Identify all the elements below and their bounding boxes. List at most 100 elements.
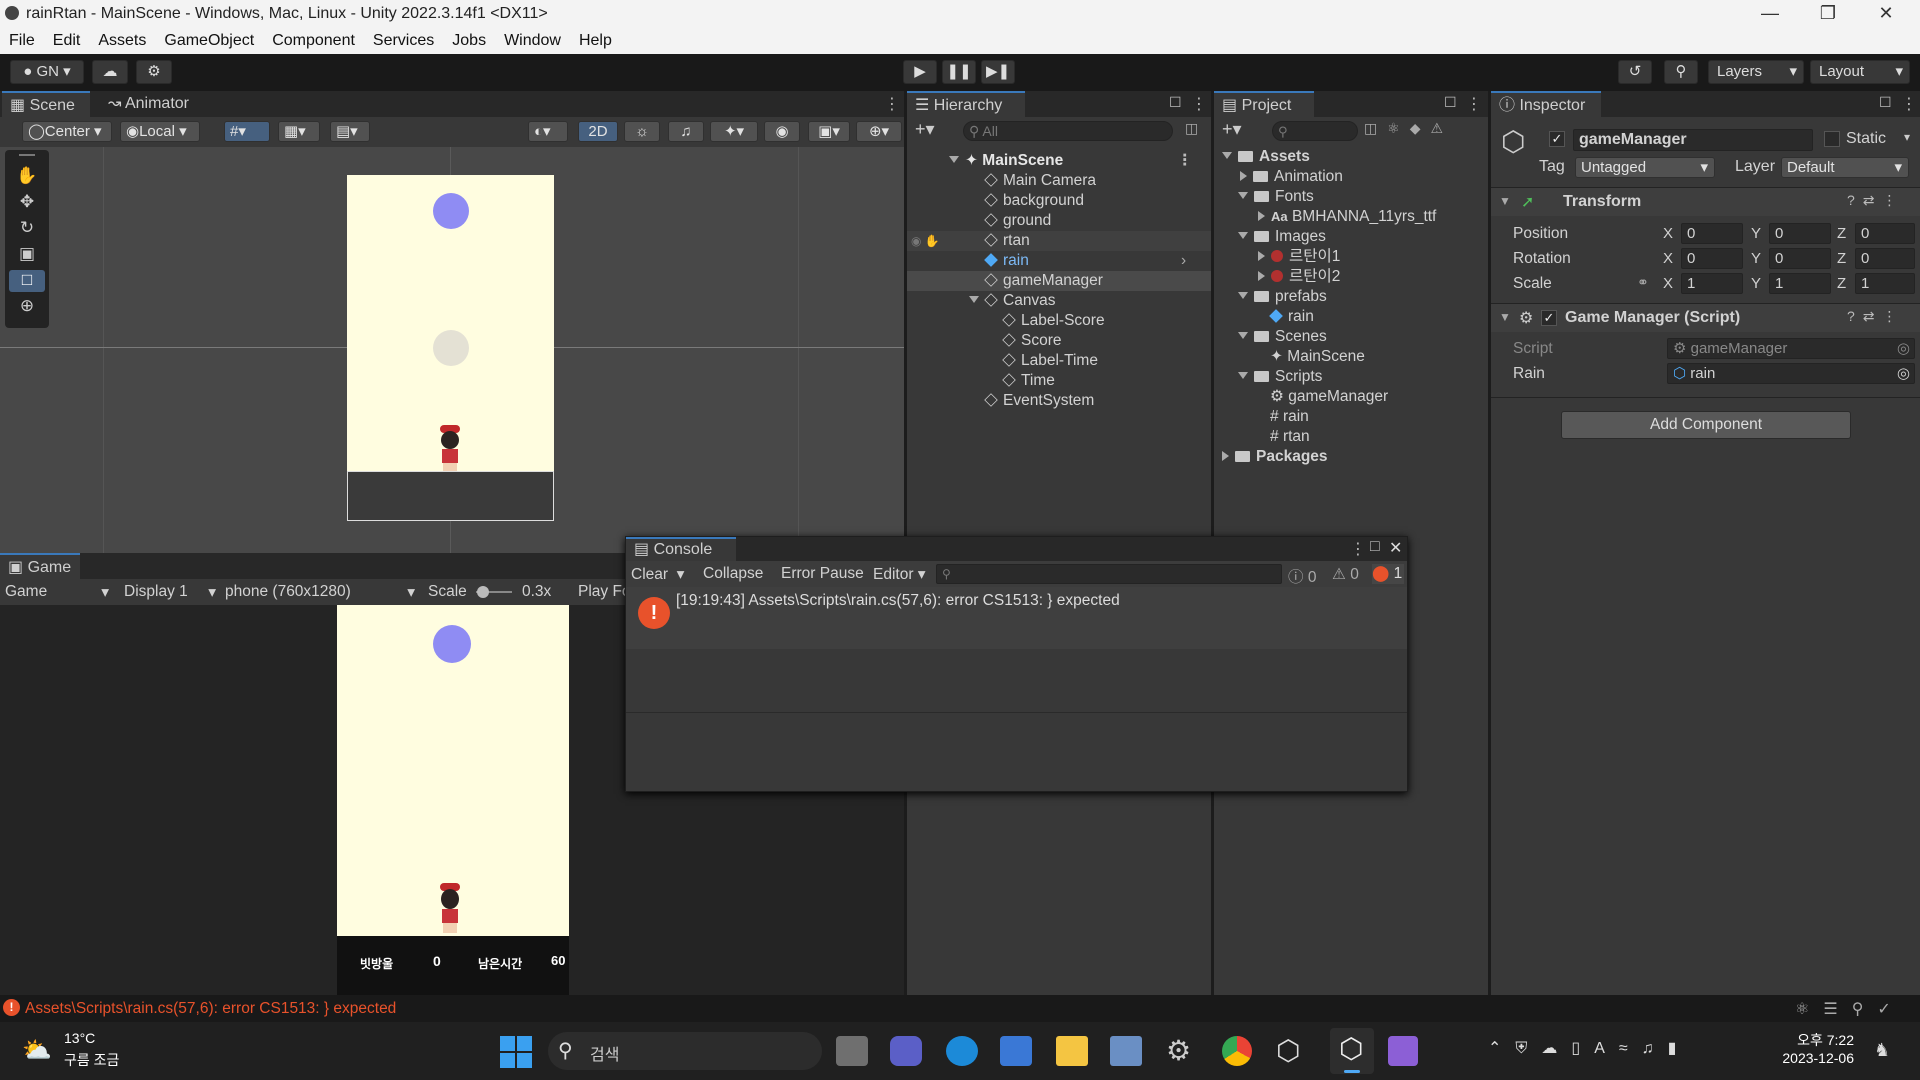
pause-button[interactable]: ❚❚ [942, 60, 976, 84]
rotate-tool-icon[interactable]: ↻ [9, 218, 45, 240]
scale-link-icon[interactable]: ⚭ [1637, 274, 1649, 291]
space-dropdown[interactable]: ◉Local ▾ [120, 121, 200, 142]
project-script-gamemanager[interactable]: ⚙ gameManager [1270, 387, 1388, 407]
layer-dropdown[interactable]: Default ▾ [1781, 157, 1909, 178]
console-maximize-icon[interactable]: □ [1370, 538, 1380, 556]
hierarchy-item-ground[interactable]: ground [984, 211, 1051, 231]
project-folder-images[interactable]: Images [1238, 227, 1326, 247]
project-prefab-rain[interactable]: rain [1269, 307, 1314, 327]
notification-icon[interactable]: ♞ [1874, 1040, 1890, 1061]
script-enabled-checkbox[interactable]: ✓ [1541, 310, 1557, 326]
screen-app-icon[interactable] [1110, 1036, 1142, 1066]
tab-project[interactable]: ▤ Project [1214, 91, 1314, 117]
console-error-pause-button[interactable]: Error Pause [781, 565, 864, 583]
play-button[interactable]: ▶ [903, 60, 937, 84]
menu-help[interactable]: Help [570, 29, 621, 50]
cloud-icon[interactable]: ☁ [92, 60, 128, 84]
lock-icon[interactable]: ☐ [1169, 94, 1182, 111]
visibility-icon[interactable]: ◉ [764, 121, 800, 142]
tab-animator[interactable]: ↝ Animator [100, 91, 200, 117]
chrome-icon[interactable] [1222, 1036, 1252, 1066]
project-search-input[interactable]: ⚲ [1272, 121, 1358, 141]
menu-edit[interactable]: Edit [44, 29, 90, 50]
resolution-dropdown[interactable]: phone (760x1280) ▾ [225, 583, 415, 601]
tab-scene[interactable]: ▦ Scene [2, 91, 90, 117]
object-name-input[interactable]: gameManager [1573, 129, 1813, 151]
teams-icon[interactable] [890, 1036, 922, 1066]
hierarchy-item-background[interactable]: background [984, 191, 1084, 211]
hierarchy-item-gamemanager[interactable]: gameManager [907, 271, 1211, 291]
project-more-icon[interactable]: ⋮ [1466, 94, 1482, 114]
console-error-count[interactable]: ⬤ 1 [1372, 564, 1404, 584]
pivot-dropdown[interactable]: ◯Center ▾ [22, 121, 112, 142]
taskbar-search-box[interactable]: ⚲ 검색 [548, 1032, 822, 1070]
snap-increment-button[interactable]: ▦▾ [278, 121, 320, 142]
project-image-rtan2[interactable]: 르탄이2 [1258, 267, 1340, 287]
audio-icon[interactable]: ♫ [668, 121, 704, 142]
inspector-more-icon[interactable]: ⋮ [1901, 94, 1917, 114]
tag-dropdown[interactable]: Untagged ▾ [1575, 157, 1715, 178]
layers-dropdown[interactable]: Layers ▾ [1708, 60, 1804, 84]
step-button[interactable]: ▶❚ [981, 60, 1015, 84]
unity-editor-taskbar-icon[interactable]: ⬡ [1330, 1028, 1374, 1074]
project-folder-scenes[interactable]: Scenes [1238, 327, 1327, 347]
project-scene-mainscene[interactable]: ✦ MainScene [1270, 347, 1365, 367]
draw-mode-button[interactable]: ◐▾ [528, 121, 568, 142]
add-object-button[interactable]: +▾ [915, 119, 935, 140]
console-collapse-button[interactable]: Collapse [703, 565, 763, 583]
scale-slider-handle[interactable] [477, 586, 489, 598]
project-folder-animation[interactable]: Animation [1240, 167, 1343, 187]
add-component-button[interactable]: Add Component [1561, 411, 1851, 439]
console-info-count[interactable]: ⓘ 0 [1288, 565, 1316, 587]
active-checkbox[interactable]: ✓ [1549, 131, 1565, 147]
search-icon[interactable]: ⚲ [1664, 60, 1698, 84]
mode-2d-button[interactable]: 2D [578, 121, 618, 142]
menu-assets[interactable]: Assets [89, 29, 155, 50]
display-dropdown[interactable]: Display 1 ▾ [124, 583, 216, 601]
gizmos-icon[interactable]: ⊕▾ [856, 121, 902, 142]
project-image-rtan1[interactable]: 르탄이1 [1258, 247, 1340, 267]
layout-dropdown[interactable]: Layout ▾ [1810, 60, 1910, 84]
scene-visibility-icon[interactable]: ◫ [1185, 120, 1198, 137]
project-folder-scripts[interactable]: Scripts [1238, 367, 1322, 387]
project-font-bmhanna[interactable]: Aa BMHANNA_11yrs_ttf [1258, 207, 1436, 227]
scale-x-field[interactable]: 1 [1681, 273, 1743, 294]
hierarchy-item-rain[interactable]: rain › [984, 251, 1211, 271]
menu-services[interactable]: Services [364, 29, 443, 50]
hierarchy-item-main-camera[interactable]: Main Camera [984, 171, 1096, 191]
transform-actions-icon[interactable]: ?⇄⋮ [1847, 192, 1905, 209]
console-search-input[interactable]: ⚲ [936, 564, 1282, 584]
project-lock-icon[interactable]: ☐ [1444, 94, 1457, 111]
ruler-button[interactable]: ▤▾ [330, 121, 370, 142]
collab-icon[interactable]: ⚙ [136, 60, 172, 84]
hierarchy-item-label-score[interactable]: Label-Score [1002, 311, 1105, 331]
status-error-message[interactable]: Assets\Scripts\rain.cs(57,6): error CS15… [25, 1000, 396, 1018]
app-icon[interactable] [1000, 1036, 1032, 1066]
project-folder-fonts[interactable]: Fonts [1238, 187, 1314, 207]
transform-tool-icon[interactable]: ⊕ [9, 296, 45, 318]
system-tray-icons[interactable]: ⌃⛨☁▯A≈♫▮ [1488, 1038, 1690, 1058]
windows-start-icon[interactable] [500, 1036, 532, 1068]
script-actions-icon[interactable]: ?⇄⋮ [1847, 308, 1905, 325]
unity-hub-icon[interactable]: ⬡ [1276, 1034, 1300, 1067]
camera-icon[interactable]: ▣▾ [808, 121, 850, 142]
visual-studio-icon[interactable] [1388, 1036, 1418, 1066]
account-button[interactable]: ● GN ▾ [10, 60, 84, 84]
game-mode-dropdown[interactable]: Game ▾ [5, 583, 109, 601]
scale-y-field[interactable]: 1 [1769, 273, 1831, 294]
console-editor-dropdown[interactable]: Editor ▾ [873, 565, 926, 584]
project-folder-packages[interactable]: Packages [1222, 447, 1328, 467]
console-warning-count[interactable]: ⚠ 0 [1332, 565, 1359, 584]
move-tool-icon[interactable]: ✥ [9, 192, 45, 214]
tab-game[interactable]: ▣ Game [0, 553, 80, 579]
grid-snap-button[interactable]: #▾ [224, 121, 270, 142]
menu-component[interactable]: Component [263, 29, 364, 50]
position-x-field[interactable]: 0 [1681, 223, 1743, 244]
rotation-x-field[interactable]: 0 [1681, 248, 1743, 269]
console-more-icon[interactable]: ⋮ [1350, 539, 1366, 559]
file-explorer-icon[interactable] [1056, 1036, 1088, 1066]
scale-tool-icon[interactable]: ▣ [9, 244, 45, 266]
rotation-z-field[interactable]: 0 [1855, 248, 1915, 269]
hierarchy-more-icon[interactable]: ⋮ [1191, 94, 1207, 114]
project-filter-icons[interactable]: ◫⚛◆⚠ [1364, 120, 1453, 137]
